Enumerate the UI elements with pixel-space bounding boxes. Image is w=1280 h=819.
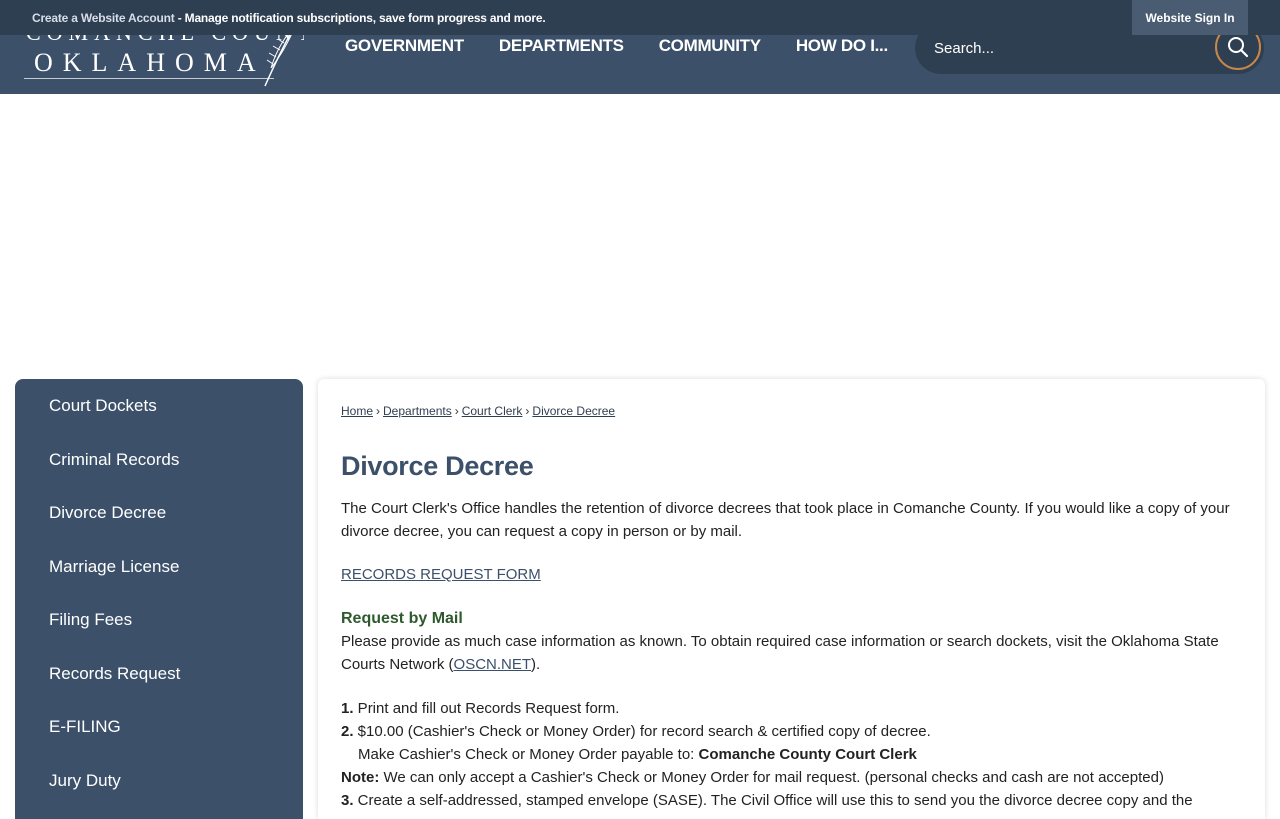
nav-community[interactable]: COMMUNITY xyxy=(659,36,761,56)
payment-note: Note: We can only accept a Cashier's Che… xyxy=(341,766,1251,789)
step-2: 2. $10.00 (Cashier's Check or Money Orde… xyxy=(341,720,1251,743)
step-2-number: 2. xyxy=(341,723,354,740)
sidebar-item-court-dockets[interactable]: Court Dockets xyxy=(49,396,157,416)
create-account-link[interactable]: Create a Website Account xyxy=(32,11,175,25)
intro-line-2: divorce decree, you can request a copy i… xyxy=(341,523,743,540)
page-title: Divorce Decree xyxy=(341,451,534,481)
search-input[interactable] xyxy=(934,37,1194,59)
breadcrumb-court-clerk[interactable]: Court Clerk xyxy=(462,404,523,418)
breadcrumb: Home › Departments › Court Clerk › Divorce Dec… xyxy=(341,404,615,418)
sidebar-item-divorce-decree[interactable]: Divorce Decree xyxy=(49,503,166,523)
sidebar-item-e-filing[interactable]: E-FILING xyxy=(49,717,121,737)
nav-departments[interactable]: DEPARTMENTS xyxy=(499,36,624,56)
intro-line-1: The Court Clerk's Office handles the ret… xyxy=(341,500,1230,517)
mail-steps: 1. Print and fill out Records Request fo… xyxy=(341,697,1251,812)
mail-line-2-end: ). xyxy=(531,656,541,673)
step-1-number: 1. xyxy=(341,700,354,717)
breadcrumb-separator: › xyxy=(454,404,459,418)
mail-line-2: Courts Network (OSCN.NET). xyxy=(341,653,1251,676)
main-navigation: GOVERNMENT DEPARTMENTS COMMUNITY HOW DO … xyxy=(330,36,923,56)
website-sign-in-button[interactable]: Website Sign In xyxy=(1132,0,1248,35)
sidebar-item-marriage-license[interactable]: Marriage License xyxy=(49,557,179,577)
sidebar-item-criminal-records[interactable]: Criminal Records xyxy=(49,450,179,470)
sidebar-item-records-request[interactable]: Records Request xyxy=(49,664,180,684)
breadcrumb-departments[interactable]: Departments xyxy=(383,404,452,418)
step-2-payable: Make Cashier's Check or Money Order paya… xyxy=(341,743,1251,766)
site-header: Create a Website Account - Manage notifi… xyxy=(0,0,1280,94)
step-3-text: Create a self-addressed, stamped envelop… xyxy=(353,792,1193,809)
step-1: 1. Print and fill out Records Request fo… xyxy=(341,697,1251,720)
sidebar-item-filing-fees[interactable]: Filing Fees xyxy=(49,610,132,630)
records-request-form-link[interactable]: RECORDS REQUEST FORM xyxy=(341,566,541,583)
breadcrumb-divorce-decree[interactable]: Divorce Decree xyxy=(532,404,615,418)
account-message-text: - Manage notification subscriptions, sav… xyxy=(174,11,546,25)
step-1-text: Print and fill out Records Request form. xyxy=(353,700,620,717)
note-label: Note: xyxy=(341,769,380,786)
step-2-text: $10.00 (Cashier's Check or Money Order) … xyxy=(353,723,931,740)
nav-how-do-i[interactable]: HOW DO I... xyxy=(796,36,888,56)
account-message: Create a Website Account - Manage notifi… xyxy=(32,11,546,25)
sidebar-item-jury-duty[interactable]: Jury Duty xyxy=(49,771,121,791)
breadcrumb-separator: › xyxy=(376,404,381,418)
request-by-mail-heading: Request by Mail xyxy=(341,610,463,627)
logo-line-state: OKLAHOMA xyxy=(34,48,266,77)
top-notification-bar: Create a Website Account - Manage notifi… xyxy=(0,0,1280,35)
logo-underline xyxy=(24,78,274,79)
nav-government[interactable]: GOVERNMENT xyxy=(345,36,464,56)
step-3: 3. Create a self-addressed, stamped enve… xyxy=(341,789,1251,812)
intro-paragraph: The Court Clerk's Office handles the ret… xyxy=(341,497,1251,543)
payable-text: Make Cashier's Check or Money Order paya… xyxy=(358,746,699,763)
mail-line-2-text: Courts Network ( xyxy=(341,656,454,673)
main-content: Home › Departments › Court Clerk › Divorce Dec… xyxy=(318,379,1265,819)
mail-line-1: Please provide as much case information … xyxy=(341,633,1219,650)
oscn-link[interactable]: OSCN.NET xyxy=(454,656,532,673)
note-text: We can only accept a Cashier's Check or … xyxy=(379,769,1164,786)
search-icon xyxy=(1228,37,1249,58)
step-3-number: 3. xyxy=(341,792,354,809)
breadcrumb-separator: › xyxy=(525,404,530,418)
mail-instructions: Please provide as much case information … xyxy=(341,630,1251,676)
sidebar-nav: Court Dockets Criminal Records Divorce D… xyxy=(15,379,303,819)
breadcrumb-home[interactable]: Home xyxy=(341,404,373,418)
payable-to-name: Comanche County Court Clerk xyxy=(698,746,917,763)
